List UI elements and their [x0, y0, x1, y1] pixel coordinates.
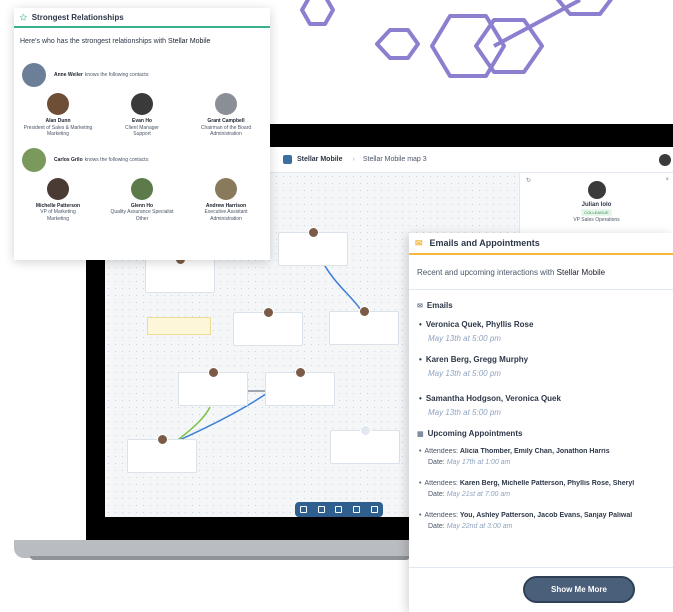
contact-card[interactable]: Grant Campbell Chairman of the Board Adm… — [185, 93, 267, 138]
map-node[interactable] — [278, 227, 348, 266]
contact-dept: Administration — [210, 131, 242, 137]
relationships-intro: Here's who has the strongest relationshi… — [14, 28, 270, 45]
contact-card[interactable]: Alan Dunn President of Sales & Marketing… — [17, 93, 99, 138]
contact-avatar — [131, 177, 153, 200]
emails-appointments-panel: ✉ Emails and Appointments Recent and upc… — [409, 233, 673, 612]
intro-text: Here's who has the strongest relationshi… — [20, 38, 169, 45]
contact-title: Quality Assurance Specialist — [110, 209, 174, 215]
relationships-header: ✩ Strongest Relationships — [14, 8, 270, 28]
contact-avatar — [215, 177, 237, 200]
date-label: Date: — [428, 459, 445, 466]
contact-dept: Marketing — [47, 215, 69, 222]
knower-name[interactable]: Anne Weiler — [54, 72, 83, 78]
appointment-item[interactable]: Attendees: You, Ashley Patterson, Jacob … — [409, 512, 673, 530]
close-icon[interactable]: × — [665, 177, 669, 183]
emails-subtitle: Recent and upcoming interactions with St… — [409, 255, 673, 277]
contact-list: Michelle Patterson VP of Marketing Marke… — [14, 177, 270, 223]
date-label: Date: — [428, 523, 445, 530]
knower-avatar[interactable] — [22, 63, 46, 87]
map-node[interactable] — [145, 254, 215, 293]
subtitle-text: Recent and upcoming interactions with — [417, 268, 557, 277]
intro-company: Stellar Mobile — [168, 38, 211, 45]
appointment-attendees: You, Ashley Patterson, Jacob Evans, Sanj… — [459, 512, 633, 519]
attendees-label: Attendees: — [424, 512, 458, 519]
email-names: Samantha Hodgson, Veronica Quek — [419, 394, 673, 403]
map-toolbar — [295, 502, 383, 517]
hexagon-decoration — [300, 0, 613, 78]
email-item[interactable]: Karen Berg, Gregg Murphy May 13th at 5:0… — [409, 355, 673, 378]
contact-card[interactable]: Michelle Patterson VP of Marketing Marke… — [17, 177, 99, 223]
knower-row: Anne Weiler knows the following contacts… — [14, 63, 270, 87]
emails-panel-title: Emails and Appointments — [429, 238, 540, 248]
emails-header: ✉ Emails and Appointments — [409, 233, 673, 255]
appointment-attendees: Alicia Thomber, Emily Chan, Jonathon Har… — [459, 448, 610, 455]
contact-dept: Marketing — [47, 131, 69, 137]
relationships-title: Strongest Relationships — [31, 12, 124, 22]
email-date: May 13th at 5:00 pm — [428, 369, 501, 378]
show-more-button[interactable]: Show Me More — [523, 576, 635, 603]
profile-role: VP Sales Operations — [573, 217, 620, 223]
select-tool-icon[interactable] — [300, 506, 308, 513]
profile-badge: COLLEAGUE — [581, 209, 612, 216]
email-item[interactable]: Samantha Hodgson, Veronica Quek May 13th… — [409, 394, 673, 417]
date-label: Date: — [428, 491, 445, 498]
appointment-item[interactable]: Attendees: Alicia Thomber, Emily Chan, J… — [409, 448, 673, 466]
email-date: May 13th at 5:00 pm — [428, 408, 501, 417]
map-node[interactable] — [330, 425, 400, 464]
email-names: Veronica Quek, Phyllis Rose — [419, 320, 673, 329]
note-tool-icon[interactable] — [370, 506, 378, 513]
appointments-section-title: ▦ Upcoming Appointments — [409, 429, 673, 438]
profile-card: ↻ × Julian Iolo COLLEAGUE VP Sales Opera… — [519, 173, 673, 233]
contact-avatar — [215, 93, 237, 115]
contact-dept: Support — [133, 131, 151, 137]
subtitle-company: Stellar Mobile — [556, 268, 606, 277]
add-person-tool-icon[interactable] — [335, 506, 343, 513]
calendar-icon: ▦ — [417, 430, 424, 438]
divider — [409, 567, 673, 568]
appointment-date: May 21st at 7:00 am — [446, 491, 511, 498]
knower-row: Carlos Grilo knows the following contact… — [14, 147, 270, 172]
appointment-attendees: Karen Berg, Michelle Patterson, Phyllis … — [459, 480, 635, 487]
strongest-relationships-card: ✩ Strongest Relationships Here's who has… — [14, 8, 270, 260]
knower-name[interactable]: Carlos Grilo — [54, 157, 83, 163]
map-node[interactable] — [127, 434, 197, 473]
map-node[interactable] — [178, 367, 248, 406]
knower-suffix: knows the following contacts: — [84, 72, 150, 78]
contact-dept: Administration — [210, 215, 242, 222]
envelope-icon: ✉ — [417, 302, 423, 310]
email-names: Karen Berg, Gregg Murphy — [419, 355, 673, 364]
profile-avatar — [587, 181, 606, 199]
divider — [409, 289, 673, 290]
pan-tool-icon[interactable] — [317, 506, 325, 513]
add-company-tool-icon[interactable] — [353, 506, 361, 513]
contact-avatar — [47, 177, 69, 200]
emails-section-label: Emails — [426, 301, 453, 310]
email-item[interactable]: Veronica Quek, Phyllis Rose May 13th at … — [409, 320, 673, 343]
attendees-label: Attendees: — [424, 448, 458, 455]
map-node[interactable] — [233, 307, 303, 346]
contact-card[interactable]: Andrew Harrison Executive Assistant Admi… — [185, 177, 267, 223]
knower-avatar[interactable] — [22, 147, 46, 172]
emails-section-title: ✉ Emails — [409, 301, 673, 310]
map-note[interactable] — [147, 317, 211, 335]
map-node[interactable] — [329, 306, 399, 345]
contact-card[interactable]: Evan Ho Client Manager Support — [101, 93, 183, 138]
contact-card[interactable]: Glenn Ho Quality Assurance Specialist Ot… — [101, 177, 183, 223]
knower-suffix: knows the following contacts: — [84, 156, 150, 163]
appointments-section-label: Upcoming Appointments — [427, 429, 523, 438]
contact-list: Alan Dunn President of Sales & Marketing… — [14, 93, 270, 138]
map-node[interactable] — [265, 367, 335, 406]
refresh-icon[interactable]: ↻ — [526, 177, 531, 184]
star-icon: ✩ — [20, 12, 27, 22]
email-date: May 13th at 5:00 pm — [428, 334, 501, 343]
appointment-date: May 22nd at 3:00 am — [446, 523, 513, 530]
contact-avatar — [131, 93, 153, 115]
appointment-date: May 17th at 1:00 am — [446, 459, 511, 466]
appointment-item[interactable]: Attendees: Karen Berg, Michelle Patterso… — [409, 480, 673, 498]
laptop-base-shadow — [30, 556, 410, 560]
contact-avatar — [47, 93, 69, 115]
attendees-label: Attendees: — [424, 480, 458, 487]
envelope-icon: ✉ — [415, 237, 423, 248]
contact-dept: Other — [135, 215, 149, 222]
